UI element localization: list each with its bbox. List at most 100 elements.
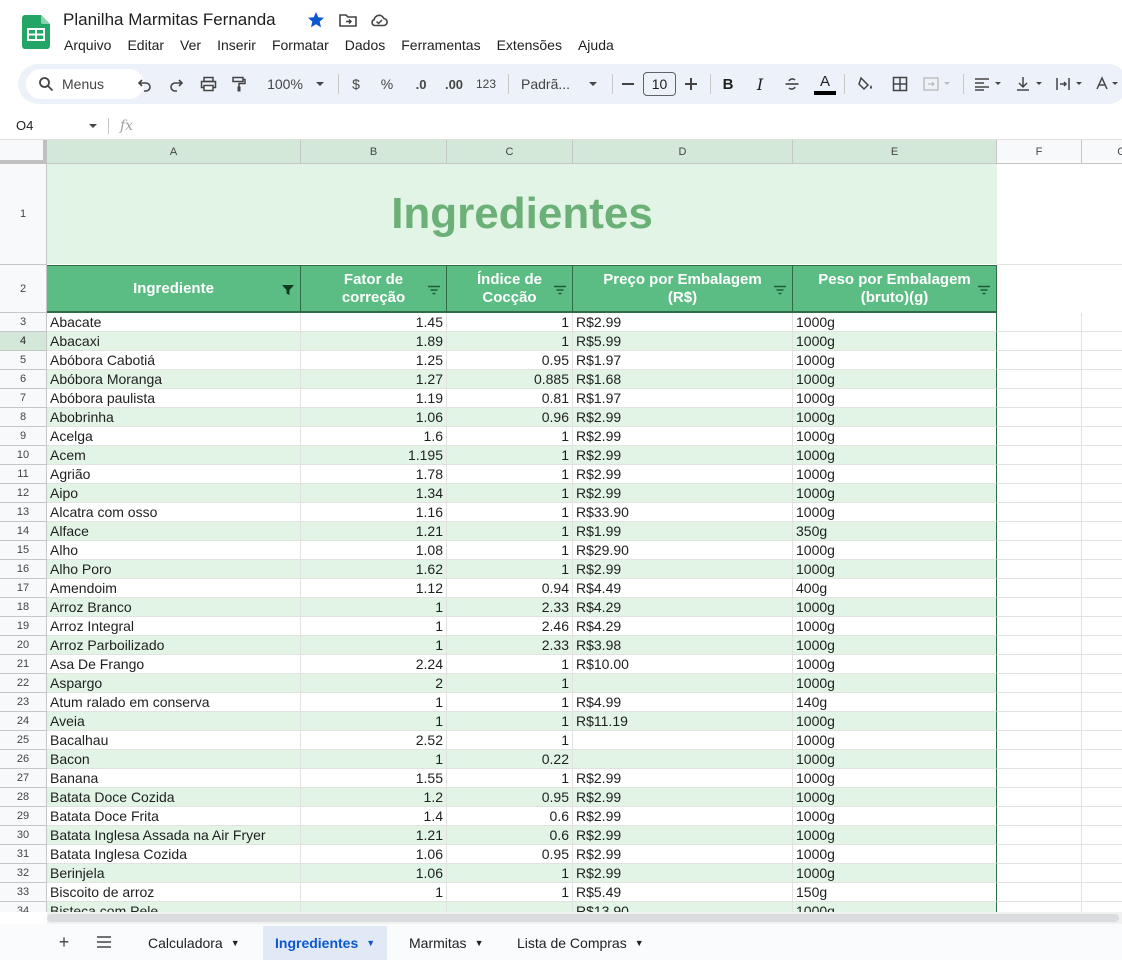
cell-preco[interactable]: R$4.49 — [573, 579, 793, 598]
row-header[interactable]: 31 — [0, 845, 47, 864]
cell-indice-coccao[interactable]: 0.6 — [447, 826, 573, 845]
cell-preco[interactable]: R$2.99 — [573, 408, 793, 427]
cell-ingrediente[interactable]: Batata Inglesa Assada na Air Fryer — [47, 826, 301, 845]
sheet-title-cell[interactable]: Ingredientes — [47, 164, 997, 265]
cell-indice-coccao[interactable]: 1 — [447, 693, 573, 712]
empty-cell[interactable] — [1082, 845, 1122, 864]
cell-preco[interactable]: R$4.29 — [573, 617, 793, 636]
cell-preco[interactable]: R$2.99 — [573, 845, 793, 864]
row-header[interactable]: 24 — [0, 712, 47, 731]
row-header[interactable]: 9 — [0, 427, 47, 446]
cell-indice-coccao[interactable]: 1 — [447, 769, 573, 788]
cell-peso[interactable]: 1000g — [793, 408, 997, 427]
cell-preco[interactable] — [573, 731, 793, 750]
horizontal-scrollbar[interactable] — [47, 912, 1122, 924]
cell-fator-correcao[interactable]: 1 — [301, 617, 447, 636]
font-size-decrease-icon[interactable] — [618, 72, 638, 96]
increase-decimal-button[interactable]: .00 — [441, 72, 467, 96]
cell-fator-correcao[interactable]: 1.55 — [301, 769, 447, 788]
cell-indice-coccao[interactable]: 0.885 — [447, 370, 573, 389]
empty-cell[interactable] — [1082, 902, 1122, 912]
cell-fator-correcao[interactable]: 1 — [301, 712, 447, 731]
row-header[interactable]: 5 — [0, 351, 47, 370]
cell-fator-correcao[interactable]: 1.2 — [301, 788, 447, 807]
cell-peso[interactable]: 350g — [793, 522, 997, 541]
cell-indice-coccao[interactable]: 0.6 — [447, 807, 573, 826]
cell-peso[interactable]: 1000g — [793, 446, 997, 465]
empty-cell[interactable] — [997, 351, 1082, 370]
cell-peso[interactable]: 1000g — [793, 750, 997, 769]
empty-cell[interactable] — [1082, 560, 1122, 579]
cell-indice-coccao[interactable]: 0.94 — [447, 579, 573, 598]
empty-cell[interactable] — [1082, 883, 1122, 902]
row-header[interactable]: 12 — [0, 484, 47, 503]
empty-cell[interactable] — [997, 845, 1082, 864]
cell-peso[interactable]: 1000g — [793, 313, 997, 332]
font-size-input[interactable]: 10 — [643, 72, 676, 96]
cell-peso[interactable]: 1000g — [793, 788, 997, 807]
cell-fator-correcao[interactable]: 1 — [301, 750, 447, 769]
tab-calculadora[interactable]: Calculadora ▼ — [136, 926, 252, 960]
cell-indice-coccao[interactable]: 1 — [447, 712, 573, 731]
column-header-b[interactable]: B — [301, 140, 447, 164]
cell-preco[interactable]: R$4.29 — [573, 598, 793, 617]
cell-preco[interactable]: R$2.99 — [573, 446, 793, 465]
cell-preco[interactable]: R$1.97 — [573, 389, 793, 408]
cell-peso[interactable]: 1000g — [793, 636, 997, 655]
empty-cell[interactable] — [997, 541, 1082, 560]
menu-formatar[interactable]: Formatar — [264, 36, 337, 56]
cell-preco[interactable]: R$29.90 — [573, 541, 793, 560]
empty-cell[interactable] — [997, 408, 1082, 427]
paint-format-icon[interactable] — [228, 72, 250, 96]
vertical-align-icon[interactable] — [1012, 72, 1048, 96]
empty-cell[interactable] — [1082, 769, 1122, 788]
cell-peso[interactable]: 1000g — [793, 655, 997, 674]
empty-cell[interactable] — [997, 503, 1082, 522]
cell-ingrediente[interactable]: Berinjela — [47, 864, 301, 883]
empty-cell[interactable] — [1082, 408, 1122, 427]
empty-cell[interactable] — [1082, 484, 1122, 503]
cell-ingrediente[interactable]: Aipo — [47, 484, 301, 503]
cell-indice-coccao[interactable]: 1 — [447, 465, 573, 484]
font-size-increase-icon[interactable] — [681, 72, 701, 96]
empty-cell[interactable] — [1082, 370, 1122, 389]
menu-ver[interactable]: Ver — [172, 36, 209, 56]
row-header[interactable]: 34 — [0, 902, 47, 912]
cell-fator-correcao[interactable]: 1.89 — [301, 332, 447, 351]
row-header[interactable]: 25 — [0, 731, 47, 750]
header-preco-embalagem[interactable]: Preço por Embalagem (R$) — [573, 265, 793, 313]
cell-fator-correcao[interactable]: 1.62 — [301, 560, 447, 579]
row-header-2[interactable]: 2 — [0, 265, 47, 313]
cell-fator-correcao[interactable]: 1.19 — [301, 389, 447, 408]
cell-preco[interactable]: R$2.99 — [573, 788, 793, 807]
row-header[interactable]: 3 — [0, 313, 47, 332]
cell-preco[interactable]: R$2.99 — [573, 484, 793, 503]
empty-cell[interactable] — [997, 864, 1082, 883]
strikethrough-icon[interactable] — [781, 72, 803, 96]
cell-preco[interactable] — [573, 674, 793, 693]
empty-cell[interactable] — [1082, 617, 1122, 636]
cell-ingrediente[interactable]: Abóbora Cabotiá — [47, 351, 301, 370]
cell-fator-correcao[interactable]: 1.78 — [301, 465, 447, 484]
cell-fator-correcao[interactable]: 1.16 — [301, 503, 447, 522]
cell-preco[interactable] — [573, 750, 793, 769]
empty-cell[interactable] — [1082, 503, 1122, 522]
cell-indice-coccao[interactable]: 1 — [447, 313, 573, 332]
cell-fator-correcao[interactable]: 1 — [301, 883, 447, 902]
cell-ingrediente[interactable]: Arroz Integral — [47, 617, 301, 636]
row-header[interactable]: 13 — [0, 503, 47, 522]
cell-preco[interactable]: R$10.00 — [573, 655, 793, 674]
menu-editar[interactable]: Editar — [119, 36, 172, 56]
cell-preco[interactable]: R$2.99 — [573, 807, 793, 826]
tab-marmitas[interactable]: Marmitas ▼ — [397, 926, 495, 960]
cell-indice-coccao[interactable]: 0.96 — [447, 408, 573, 427]
filter-icon[interactable] — [978, 284, 990, 296]
column-header-g[interactable]: G — [1082, 140, 1122, 164]
empty-cell[interactable] — [997, 598, 1082, 617]
column-header-d[interactable]: D — [573, 140, 793, 164]
cell-ingrediente[interactable]: Aveia — [47, 712, 301, 731]
chevron-down-icon[interactable]: ▼ — [231, 938, 240, 948]
cell-ingrediente[interactable]: Alho — [47, 541, 301, 560]
cell-fator-correcao[interactable]: 1.12 — [301, 579, 447, 598]
menu-arquivo[interactable]: Arquivo — [56, 36, 119, 56]
